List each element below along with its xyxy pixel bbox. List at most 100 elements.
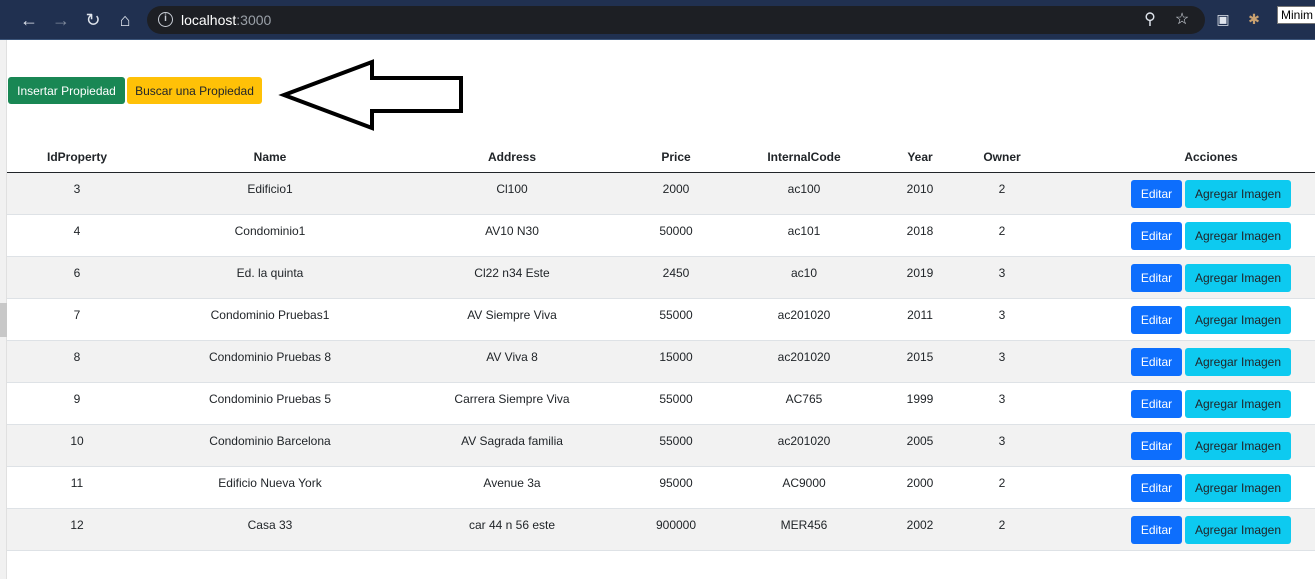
cell-internal-code: AC9000 [782, 476, 826, 490]
cell-internal-code: MER456 [780, 518, 828, 532]
table-row: 11 Edificio Nueva York Avenue 3a 95000 A… [7, 467, 1315, 509]
cell-internal-code: ac10 [790, 266, 818, 280]
forward-arrow-icon[interactable]: → [49, 8, 73, 32]
tooltip: Minim [1277, 6, 1315, 24]
edit-button[interactable]: Editar [1131, 264, 1182, 292]
reload-icon[interactable]: ↻ [81, 8, 105, 32]
edit-button[interactable]: Editar [1131, 474, 1182, 502]
edit-button[interactable]: Editar [1131, 348, 1182, 376]
edit-button[interactable]: Editar [1131, 222, 1182, 250]
search-property-button[interactable]: Buscar una Propiedad [127, 77, 262, 104]
cell-name: Condominio Pruebas1 [210, 308, 330, 322]
table-row: 6 Ed. la quinta Cl22 n34 Este 2450 ac10 … [7, 257, 1315, 299]
cell-address: AV Sagrada familia [461, 434, 563, 448]
edit-button[interactable]: Editar [1131, 180, 1182, 208]
add-image-button[interactable]: Agregar Imagen [1185, 432, 1291, 460]
add-image-button[interactable]: Agregar Imagen [1185, 306, 1291, 334]
cell-internal-code: AC765 [785, 392, 823, 406]
cell-id: 10 [70, 434, 84, 448]
info-icon[interactable]: i [158, 12, 173, 27]
cell-year: 2019 [906, 266, 934, 280]
add-image-button[interactable]: Agregar Imagen [1185, 348, 1291, 376]
cell-owner: 3 [998, 350, 1006, 364]
home-icon[interactable]: ⌂ [113, 8, 137, 32]
cell-address: Avenue 3a [483, 476, 541, 490]
cell-address: Carrera Siempre Viva [454, 392, 570, 406]
add-image-button[interactable]: Agregar Imagen [1185, 474, 1291, 502]
header-owner: Owner [983, 150, 1021, 164]
cell-price: 55000 [659, 392, 693, 406]
cell-year: 2018 [906, 224, 934, 238]
cell-owner: 2 [998, 224, 1006, 238]
header-address: Address [487, 150, 537, 164]
table-row: 7 Condominio Pruebas1 AV Siempre Viva 55… [7, 299, 1315, 341]
cell-name: Condominio1 [234, 224, 306, 238]
cell-internal-code: ac101 [787, 224, 821, 238]
cell-year: 1999 [906, 392, 934, 406]
cell-name: Edificio Nueva York [218, 476, 322, 490]
cell-price: 50000 [659, 224, 693, 238]
add-image-button[interactable]: Agregar Imagen [1185, 264, 1291, 292]
cell-address: AV Siempre Viva [467, 308, 557, 322]
add-image-button[interactable]: Agregar Imagen [1185, 390, 1291, 418]
header-acciones: Acciones [1184, 150, 1238, 164]
header-internalcode: InternalCode [767, 150, 841, 164]
table-row: 3 Edificio1 Cl100 2000 ac100 2010 2 Edit… [7, 173, 1315, 215]
edit-button[interactable]: Editar [1131, 516, 1182, 544]
header-idproperty: IdProperty [46, 150, 107, 164]
cell-name: Ed. la quinta [236, 266, 304, 280]
cell-id: 3 [73, 182, 81, 196]
cell-name: Condominio Pruebas 8 [208, 350, 332, 364]
gutter-marker [0, 303, 7, 337]
left-gutter [0, 40, 7, 579]
cell-internal-code: ac100 [787, 182, 821, 196]
edit-button[interactable]: Editar [1131, 432, 1182, 460]
cell-owner: 3 [998, 308, 1006, 322]
table-row: 9 Condominio Pruebas 5 Carrera Siempre V… [7, 383, 1315, 425]
cell-year: 2011 [907, 308, 933, 322]
cell-owner: 2 [998, 518, 1006, 532]
zoom-icon[interactable]: ⚲ [1140, 10, 1160, 30]
cell-year: 2000 [906, 476, 934, 490]
add-image-button[interactable]: Agregar Imagen [1185, 180, 1291, 208]
url-host: localhost [181, 12, 237, 28]
browser-toolbar: ← → ↻ ⌂ i localhost:3000 ⚲ ☆ ▣ ✱ Minim [0, 0, 1315, 40]
cell-address: AV Viva 8 [486, 350, 538, 364]
cell-owner: 3 [998, 392, 1006, 406]
cell-id: 12 [70, 518, 84, 532]
cell-price: 95000 [659, 476, 693, 490]
cell-owner: 2 [998, 182, 1006, 196]
add-image-button[interactable]: Agregar Imagen [1185, 516, 1291, 544]
star-icon[interactable]: ☆ [1172, 10, 1192, 30]
cell-year: 2002 [906, 518, 934, 532]
cell-year: 2010 [906, 182, 934, 196]
cell-price: 55000 [659, 434, 693, 448]
insert-property-button[interactable]: Insertar Propiedad [8, 77, 125, 104]
url-port: :3000 [236, 12, 272, 28]
table-row: 4 Condominio1 AV10 N30 50000 ac101 2018 … [7, 215, 1315, 257]
cell-internal-code: ac201020 [777, 308, 831, 322]
cell-year: 2005 [906, 434, 934, 448]
cell-price: 2450 [662, 266, 690, 280]
office-extension-icon[interactable]: ▣ [1213, 9, 1233, 29]
address-bar[interactable]: i localhost:3000 ⚲ ☆ [147, 6, 1205, 34]
add-image-button[interactable]: Agregar Imagen [1185, 222, 1291, 250]
header-year: Year [907, 150, 933, 164]
cell-id: 11 [70, 476, 84, 490]
bug-extension-icon[interactable]: ✱ [1244, 9, 1264, 29]
edit-button[interactable]: Editar [1131, 390, 1182, 418]
cell-id: 7 [73, 308, 81, 322]
cell-name: Condominio Barcelona [209, 434, 331, 448]
cell-owner: 3 [998, 434, 1006, 448]
cell-price: 900000 [655, 518, 697, 532]
table-row: 12 Casa 33 car 44 n 56 este 900000 MER45… [7, 509, 1315, 551]
cell-address: Cl22 n34 Este [474, 266, 550, 280]
cell-address: car 44 n 56 este [468, 518, 556, 532]
cell-owner: 2 [998, 476, 1006, 490]
back-arrow-icon[interactable]: ← [17, 8, 41, 32]
table-row: 8 Condominio Pruebas 8 AV Viva 8 15000 a… [7, 341, 1315, 383]
table-header: IdProperty Name Address Price InternalCo… [7, 143, 1315, 173]
header-price: Price [661, 150, 691, 164]
edit-button[interactable]: Editar [1131, 306, 1182, 334]
left-arrow-annotation-icon [278, 59, 463, 131]
